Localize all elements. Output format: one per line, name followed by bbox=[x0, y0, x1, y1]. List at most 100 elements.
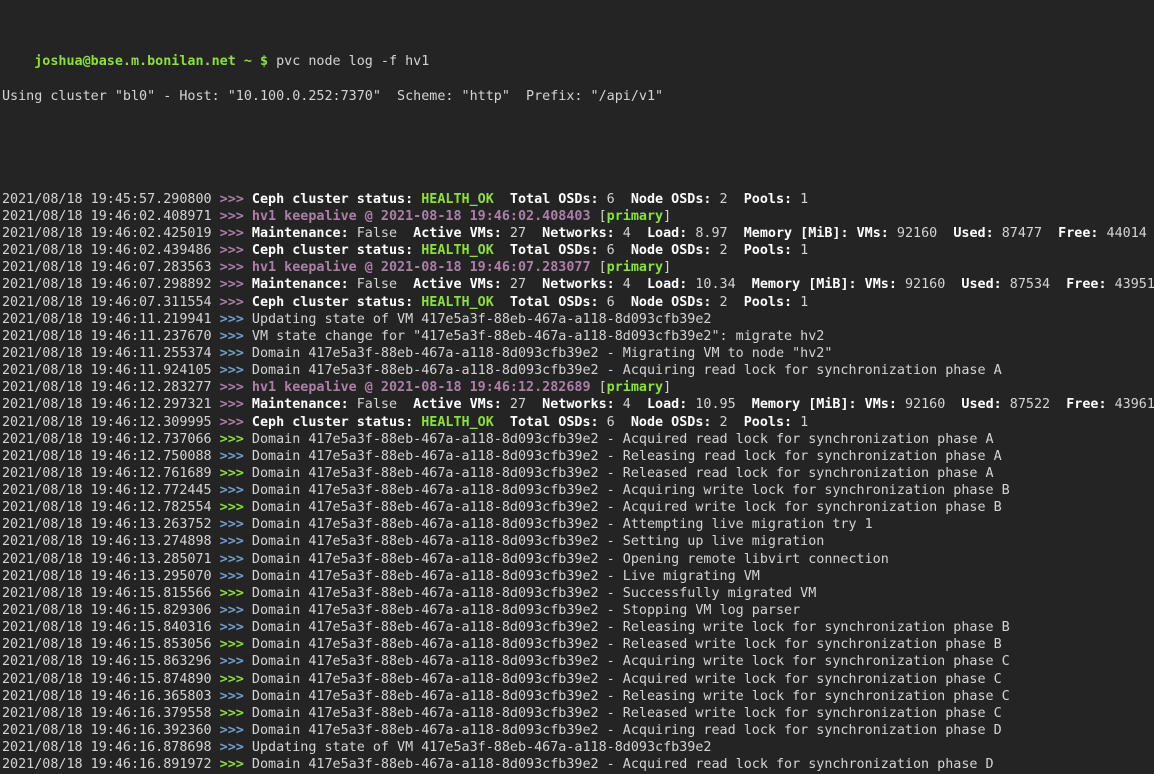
log-timestamp: 2021/08/18 19:46:02.408971 bbox=[2, 209, 220, 224]
log-line: 2021/08/18 19:46:16.891972 >>> Domain 41… bbox=[2, 756, 1154, 773]
log-arrow-icon: >>> bbox=[220, 534, 252, 549]
log-text-segment: [ bbox=[599, 260, 607, 275]
log-text-segment: Ceph cluster status: bbox=[252, 192, 421, 207]
log-text-segment: hv1 keepalive @ 2021-08-18 19:46:12.2826… bbox=[252, 380, 599, 395]
log-line: 2021/08/18 19:46:12.750088 >>> Domain 41… bbox=[2, 448, 1154, 465]
log-text-segment: Domain 417e5a3f-88eb-467a-a118-8d093cfb3… bbox=[252, 534, 824, 549]
log-text-segment: Domain 417e5a3f-88eb-467a-a118-8d093cfb3… bbox=[252, 620, 1010, 635]
log-text-segment: Domain 417e5a3f-88eb-467a-a118-8d093cfb3… bbox=[252, 346, 832, 361]
log-arrow-icon: >>> bbox=[220, 243, 252, 258]
log-line: 2021/08/18 19:46:16.379558 >>> Domain 41… bbox=[2, 705, 1154, 722]
log-text-segment: 92160 bbox=[897, 397, 962, 412]
log-lines: 2021/08/18 19:45:57.290800 >>> Ceph clus… bbox=[2, 191, 1154, 774]
log-arrow-icon: >>> bbox=[220, 654, 252, 669]
log-line: 2021/08/18 19:46:16.365803 >>> Domain 41… bbox=[2, 688, 1154, 705]
log-line: 2021/08/18 19:45:57.290800 >>> Ceph clus… bbox=[2, 191, 1154, 208]
log-text-segment: Node OSDs: bbox=[631, 192, 712, 207]
log-text-segment: HEALTH_OK bbox=[421, 192, 494, 207]
log-text-segment: Pools: bbox=[744, 295, 792, 310]
log-text-segment: Free: bbox=[1066, 397, 1106, 412]
log-timestamp: 2021/08/18 19:46:15.853056 bbox=[2, 637, 220, 652]
log-timestamp: 2021/08/18 19:46:11.219941 bbox=[2, 312, 220, 327]
log-text-segment: 6 bbox=[599, 243, 631, 258]
log-line: 2021/08/18 19:46:11.219941 >>> Updating … bbox=[2, 311, 1154, 328]
log-text-segment: Domain 417e5a3f-88eb-467a-a118-8d093cfb3… bbox=[252, 500, 1002, 515]
log-text-segment: 2 bbox=[711, 243, 743, 258]
log-timestamp: 2021/08/18 19:46:11.255374 bbox=[2, 346, 220, 361]
log-text-segment: Used: bbox=[961, 277, 1001, 292]
log-text-segment: Pools: bbox=[744, 243, 792, 258]
log-timestamp: 2021/08/18 19:46:15.829306 bbox=[2, 603, 220, 618]
log-text-segment: 27 bbox=[502, 277, 542, 292]
log-text-segment: 92160 bbox=[889, 226, 954, 241]
log-arrow-icon: >>> bbox=[220, 346, 252, 361]
log-text-segment: Networks: bbox=[542, 277, 615, 292]
log-text-segment: False bbox=[349, 226, 414, 241]
log-text-segment: [ bbox=[599, 209, 607, 224]
log-arrow-icon: >>> bbox=[220, 620, 252, 635]
log-text-segment: Maintenance: bbox=[252, 277, 349, 292]
log-text-segment: Active VMs: bbox=[413, 397, 502, 412]
log-arrow-icon: >>> bbox=[220, 740, 252, 755]
log-text-segment: Domain 417e5a3f-88eb-467a-a118-8d093cfb3… bbox=[252, 517, 873, 532]
log-text-segment: VMs: bbox=[865, 397, 897, 412]
log-line: 2021/08/18 19:46:13.285071 >>> Domain 41… bbox=[2, 551, 1154, 568]
log-text-segment: Domain 417e5a3f-88eb-467a-a118-8d093cfb3… bbox=[252, 723, 1002, 738]
log-text-segment: primary bbox=[607, 260, 663, 275]
log-text-segment: Free: bbox=[1066, 277, 1106, 292]
log-timestamp: 2021/08/18 19:46:02.425019 bbox=[2, 226, 220, 241]
log-text-segment: ] bbox=[663, 209, 671, 224]
log-timestamp: 2021/08/18 19:46:15.840316 bbox=[2, 620, 220, 635]
log-line: 2021/08/18 19:46:13.263752 >>> Domain 41… bbox=[2, 516, 1154, 533]
log-timestamp: 2021/08/18 19:45:57.290800 bbox=[2, 192, 220, 207]
log-arrow-icon: >>> bbox=[220, 432, 252, 447]
log-text-segment: VMs: bbox=[865, 277, 897, 292]
log-text-segment: Domain 417e5a3f-88eb-467a-a118-8d093cfb3… bbox=[252, 569, 760, 584]
log-arrow-icon: >>> bbox=[220, 706, 252, 721]
log-text-segment: hv1 keepalive @ 2021-08-18 19:46:07.2830… bbox=[252, 260, 599, 275]
log-line: 2021/08/18 19:46:12.297321 >>> Maintenan… bbox=[2, 396, 1154, 413]
log-text-segment: Load: bbox=[647, 226, 687, 241]
log-text-segment: Memory [MiB]: bbox=[752, 397, 857, 412]
log-text-segment: 8.97 bbox=[687, 226, 743, 241]
cluster-info-line: Using cluster "bl0" - Host: "10.100.0.25… bbox=[2, 88, 1154, 105]
log-line: 2021/08/18 19:46:07.283563 >>> hv1 keepa… bbox=[2, 259, 1154, 276]
command-text: pvc node log -f hv1 bbox=[276, 54, 429, 69]
log-text-segment: Memory [MiB]: bbox=[744, 226, 849, 241]
log-text-segment: False bbox=[349, 277, 414, 292]
log-line: 2021/08/18 19:46:15.853056 >>> Domain 41… bbox=[2, 636, 1154, 653]
log-timestamp: 2021/08/18 19:46:02.439486 bbox=[2, 243, 220, 258]
log-arrow-icon: >>> bbox=[220, 277, 252, 292]
log-line: 2021/08/18 19:46:15.863296 >>> Domain 41… bbox=[2, 653, 1154, 670]
log-line: 2021/08/18 19:46:12.761689 >>> Domain 41… bbox=[2, 465, 1154, 482]
log-line: 2021/08/18 19:46:02.425019 >>> Maintenan… bbox=[2, 225, 1154, 242]
log-text-segment: 1 bbox=[792, 415, 808, 430]
log-text-segment: Domain 417e5a3f-88eb-467a-a118-8d093cfb3… bbox=[252, 586, 816, 601]
log-text-segment: Updating state of VM 417e5a3f-88eb-467a-… bbox=[252, 740, 712, 755]
log-arrow-icon: >>> bbox=[220, 449, 252, 464]
log-text-segment: 6 bbox=[599, 192, 631, 207]
log-arrow-icon: >>> bbox=[220, 260, 252, 275]
log-timestamp: 2021/08/18 19:46:16.891972 bbox=[2, 757, 220, 772]
log-arrow-icon: >>> bbox=[220, 312, 252, 327]
log-text-segment: Networks: bbox=[542, 226, 615, 241]
terminal-window[interactable]: joshua@base.m.bonilan.net ~ $ pvc node l… bbox=[0, 0, 1154, 774]
log-text-segment: 27 bbox=[502, 397, 542, 412]
log-text-segment: Domain 417e5a3f-88eb-467a-a118-8d093cfb3… bbox=[252, 432, 994, 447]
log-text-segment: Ceph cluster status: bbox=[252, 415, 421, 430]
log-text-segment: HEALTH_OK bbox=[421, 415, 494, 430]
log-text-segment: Domain 417e5a3f-88eb-467a-a118-8d093cfb3… bbox=[252, 689, 1010, 704]
log-arrow-icon: >>> bbox=[220, 672, 252, 687]
log-timestamp: 2021/08/18 19:46:11.237670 bbox=[2, 329, 220, 344]
log-arrow-icon: >>> bbox=[220, 569, 252, 584]
log-text-segment: 1 bbox=[792, 192, 808, 207]
log-line: 2021/08/18 19:46:16.392360 >>> Domain 41… bbox=[2, 722, 1154, 739]
log-arrow-icon: >>> bbox=[220, 363, 252, 378]
log-text-segment: Domain 417e5a3f-88eb-467a-a118-8d093cfb3… bbox=[252, 466, 994, 481]
log-text-segment: Domain 417e5a3f-88eb-467a-a118-8d093cfb3… bbox=[252, 654, 1010, 669]
log-text-segment: 4 bbox=[615, 226, 647, 241]
log-text-segment: Networks: bbox=[542, 397, 615, 412]
log-timestamp: 2021/08/18 19:46:07.283563 bbox=[2, 260, 220, 275]
log-line: 2021/08/18 19:46:11.924105 >>> Domain 41… bbox=[2, 362, 1154, 379]
log-line: 2021/08/18 19:46:02.408971 >>> hv1 keepa… bbox=[2, 208, 1154, 225]
